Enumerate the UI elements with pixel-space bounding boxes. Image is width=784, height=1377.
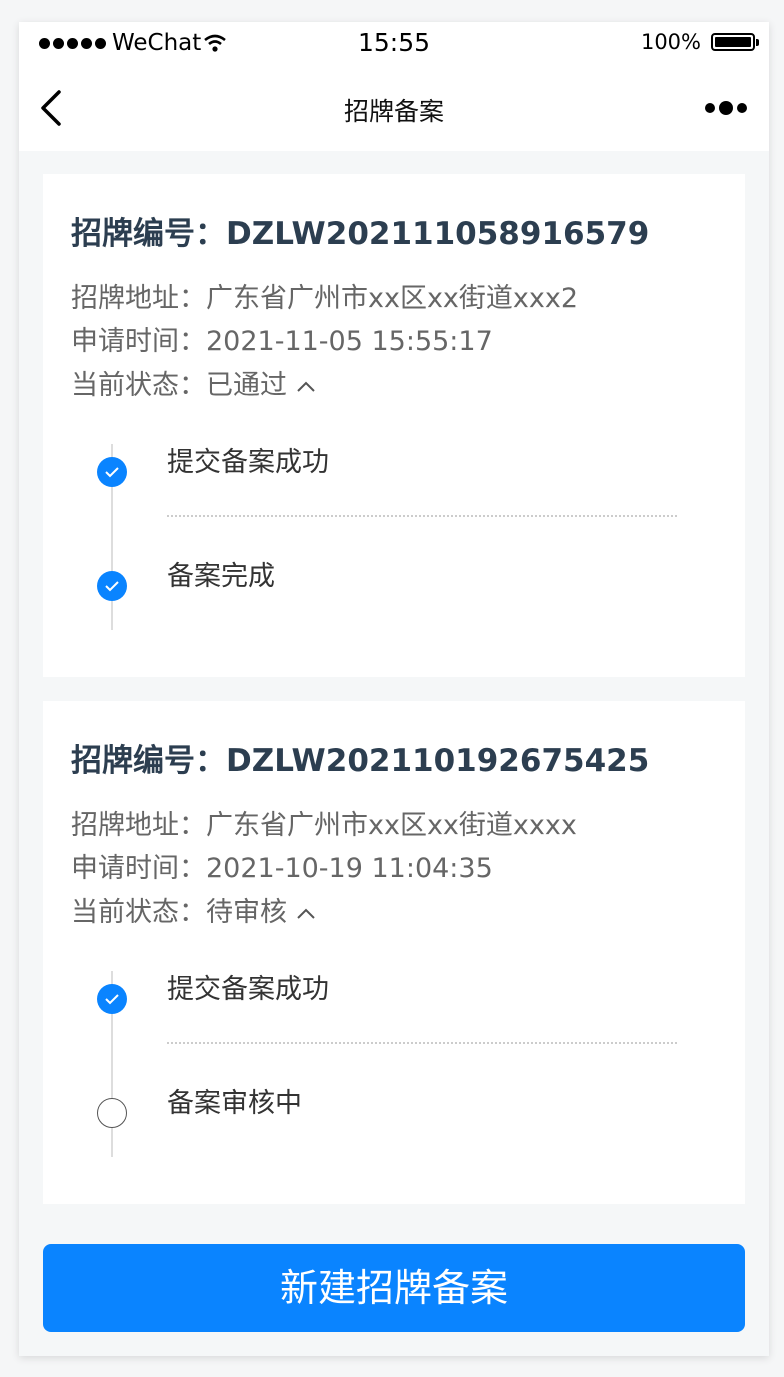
timeline-divider [167,1042,677,1044]
timeline-divider [167,515,677,517]
timeline-step-label: 提交备案成功 [167,447,329,478]
status-bar: WeChat 15:55 100% [19,22,769,66]
record-status: 当前状态：已通过 [71,363,317,402]
phone-frame: WeChat 15:55 100% 招牌备案 招牌编号：DZLW20211105… [19,22,769,1356]
record-time: 申请时间：2021-10-19 11:04:35 [71,853,493,884]
timeline-step-label: 提交备案成功 [167,974,329,1005]
record-status: 当前状态：待审核 [71,890,317,929]
record-card: 招牌编号：DZLW202111058916579 招牌地址：广东省广州市xx区x… [43,174,745,677]
check-circle-icon [97,457,127,487]
check-circle-icon [97,984,127,1014]
record-address: 招牌地址：广东省广州市xx区xx街道xxxx [71,810,577,841]
chevron-up-icon[interactable] [295,903,317,925]
battery-group: 100% [640,30,759,54]
empty-circle-icon [97,1098,127,1128]
record-status-text: 当前状态：已通过 [71,370,287,401]
chevron-up-icon[interactable] [295,376,317,398]
record-time: 申请时间：2021-11-05 15:55:17 [71,326,493,357]
more-icon[interactable] [705,96,751,120]
check-circle-icon [97,571,127,601]
timeline-step-label: 备案完成 [167,561,275,592]
new-record-button[interactable]: 新建招牌备案 [43,1244,745,1332]
record-card: 招牌编号：DZLW202110192675425 招牌地址：广东省广州市xx区x… [43,701,745,1204]
page-title: 招牌备案 [343,97,444,126]
timeline-step-label: 备案审核中 [167,1088,302,1119]
record-number: 招牌编号：DZLW202111058916579 [71,216,650,252]
nav-bar: 招牌备案 [19,66,769,151]
battery-icon [711,33,759,51]
record-status-text: 当前状态：待审核 [71,897,287,928]
battery-percent: 100% [640,30,701,54]
record-number: 招牌编号：DZLW202110192675425 [71,743,650,779]
record-address: 招牌地址：广东省广州市xx区xx街道xxx2 [71,283,579,314]
